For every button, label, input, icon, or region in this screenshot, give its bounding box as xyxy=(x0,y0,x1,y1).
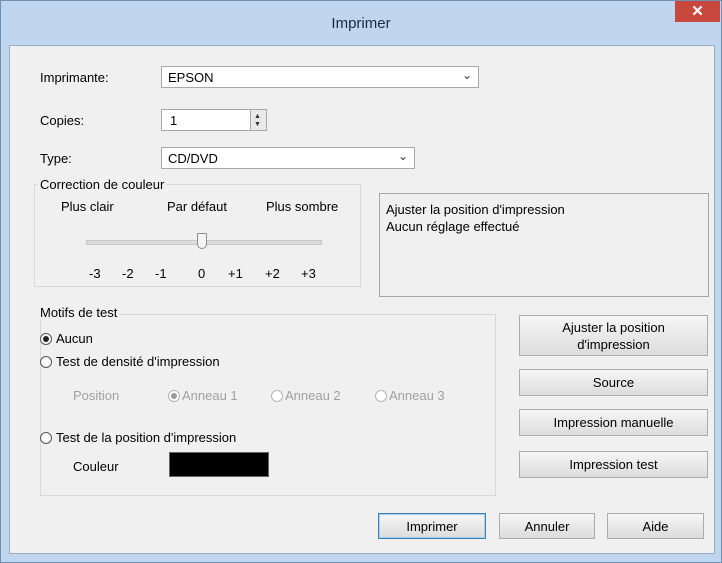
radio-position-label: Test de la position d'impression xyxy=(56,430,237,445)
dialog-body: Imprimante: EPSON ⌄ Copies: 1 ▲ ▼ Type: … xyxy=(9,45,715,554)
radio-ring-3[interactable]: Anneau 3 xyxy=(375,388,465,404)
type-select[interactable]: CD/DVD ⌄ xyxy=(161,147,415,169)
copies-value: 1 xyxy=(170,113,178,128)
tick-label: +2 xyxy=(265,266,280,281)
type-value: CD/DVD xyxy=(168,151,218,166)
tick-label: +3 xyxy=(301,266,316,281)
cancel-button[interactable]: Annuler xyxy=(499,513,595,539)
color-swatch[interactable] xyxy=(169,452,269,477)
radio-position-test[interactable]: Test de la position d'impression xyxy=(40,430,330,446)
copies-spin-buttons[interactable]: ▲ ▼ xyxy=(250,110,266,130)
close-icon[interactable]: ✕ xyxy=(675,1,720,22)
test-print-button[interactable]: Impression test xyxy=(519,451,708,478)
radio-none-label: Aucun xyxy=(56,331,93,346)
adjust-position-line-2: d'impression xyxy=(577,336,650,352)
tick-label: -2 xyxy=(122,266,134,281)
test-patterns-legend: Motifs de test xyxy=(38,305,120,320)
radio-ring-2-indicator[interactable] xyxy=(271,390,283,402)
help-button[interactable]: Aide xyxy=(607,513,704,539)
type-label: Type: xyxy=(40,151,72,166)
radio-ring-3-indicator[interactable] xyxy=(375,390,387,402)
spin-down-icon[interactable]: ▼ xyxy=(254,121,261,128)
radio-position-indicator[interactable] xyxy=(40,432,52,444)
radio-density-indicator[interactable] xyxy=(40,356,52,368)
tick-label: -1 xyxy=(155,266,167,281)
copies-label: Copies: xyxy=(40,113,85,128)
radio-none[interactable]: Aucun xyxy=(40,331,160,347)
printer-value: EPSON xyxy=(168,70,214,85)
adjust-position-line-1: Ajuster la position xyxy=(562,319,665,335)
title-bar[interactable]: Imprimer ✕ xyxy=(1,1,721,45)
copies-stepper[interactable]: 1 ▲ ▼ xyxy=(161,109,267,131)
ring-3-label: Anneau 3 xyxy=(389,388,445,403)
printer-select[interactable]: EPSON ⌄ xyxy=(161,66,479,88)
color-correction-legend: Correction de couleur xyxy=(38,177,167,192)
spin-up-icon[interactable]: ▲ xyxy=(254,113,261,120)
radio-ring-2[interactable]: Anneau 2 xyxy=(271,388,361,404)
tick-label: +1 xyxy=(228,266,243,281)
chevron-down-icon: ⌄ xyxy=(397,149,408,163)
source-button[interactable]: Source xyxy=(519,369,708,396)
adjustment-info-box: Ajuster la position d'impression Aucun r… xyxy=(379,193,709,297)
radio-density-test[interactable]: Test de densité d'impression xyxy=(40,354,300,370)
print-dialog: Imprimer ✕ Imprimante: EPSON ⌄ Copies: 1… xyxy=(0,0,722,563)
ring-1-label: Anneau 1 xyxy=(182,388,238,403)
position-label: Position xyxy=(73,388,120,403)
manual-print-button[interactable]: Impression manuelle xyxy=(519,409,708,436)
color-slider-thumb[interactable] xyxy=(197,233,207,249)
radio-none-indicator[interactable] xyxy=(40,333,52,345)
chevron-down-icon: ⌄ xyxy=(461,68,472,82)
color-label: Couleur xyxy=(73,459,119,474)
radio-ring-1-indicator[interactable] xyxy=(168,390,180,402)
info-line-2: Aucun réglage effectué xyxy=(386,219,520,234)
darker-label: Plus sombre xyxy=(266,199,339,214)
window-title: Imprimer xyxy=(331,15,391,32)
default-label: Par défaut xyxy=(167,199,227,214)
ring-2-label: Anneau 2 xyxy=(285,388,341,403)
lighter-label: Plus clair xyxy=(61,199,114,214)
info-line-1: Ajuster la position d'impression xyxy=(386,202,565,217)
print-button[interactable]: Imprimer xyxy=(378,513,486,539)
radio-density-label: Test de densité d'impression xyxy=(56,354,220,369)
tick-label: 0 xyxy=(198,266,206,281)
printer-label: Imprimante: xyxy=(40,70,109,85)
radio-ring-1[interactable]: Anneau 1 xyxy=(168,388,258,404)
tick-label: -3 xyxy=(89,266,101,281)
adjust-position-button[interactable]: Ajuster la position d'impression xyxy=(519,315,708,356)
